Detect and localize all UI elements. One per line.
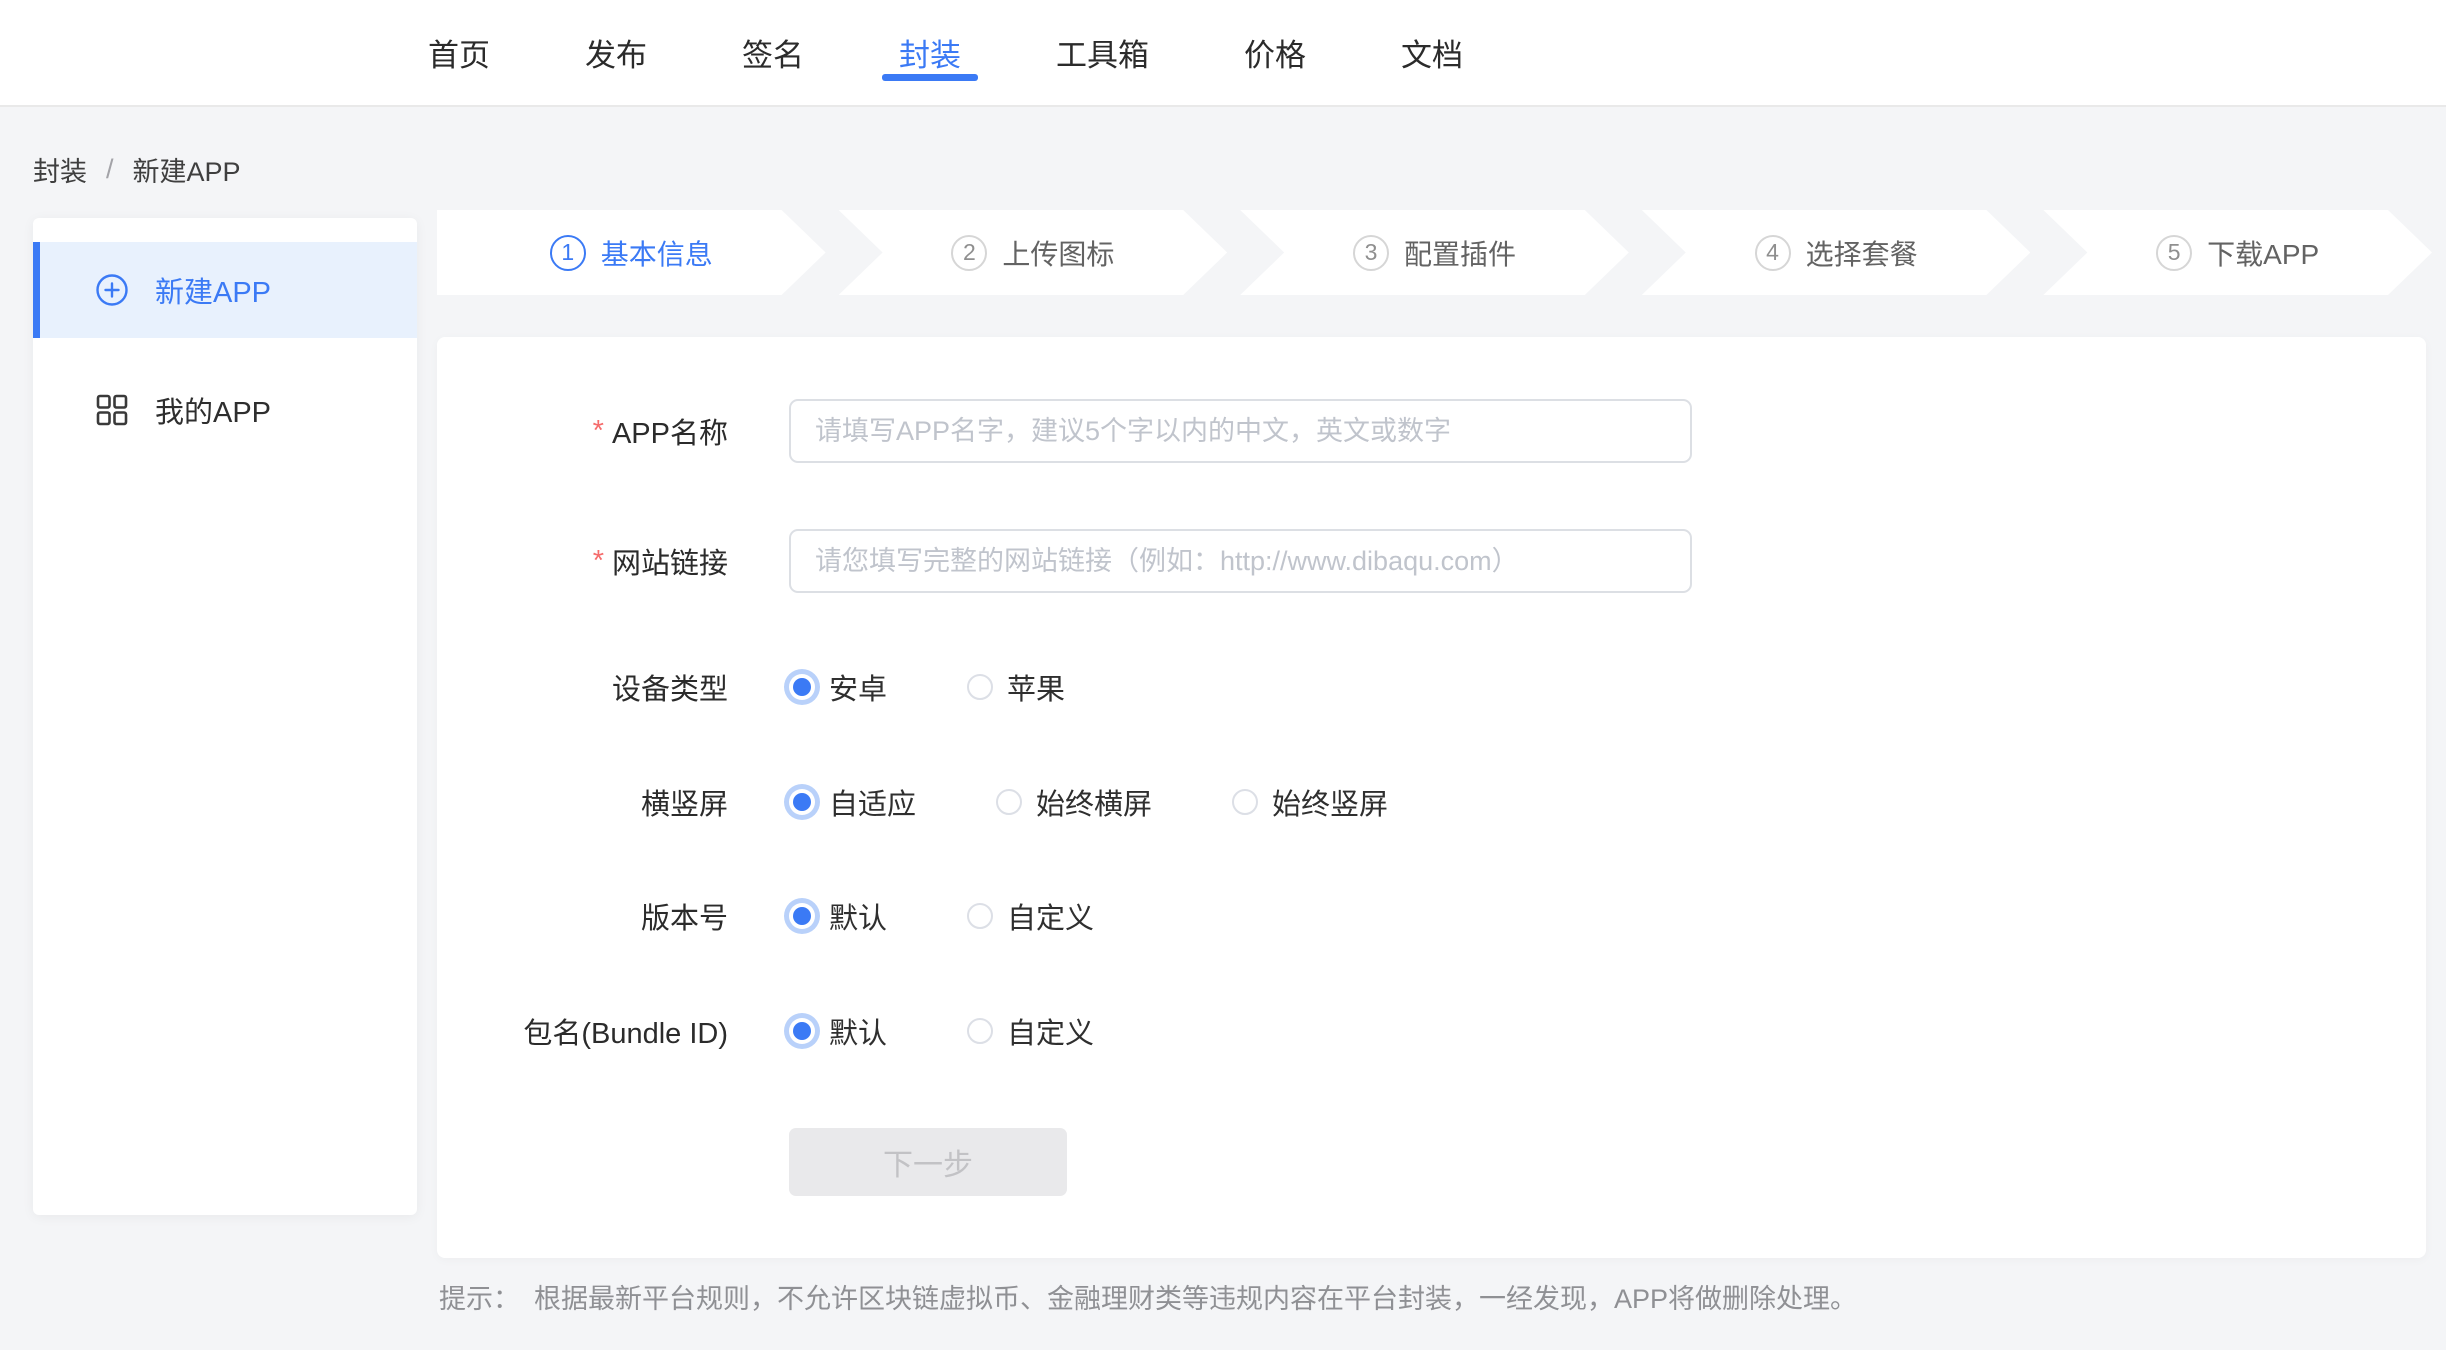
radio-unselected-icon [967,1018,993,1044]
step-number: 1 [550,235,586,271]
step-5-download-app: 5 下载APP [2043,210,2432,295]
radio-always-portrait[interactable]: 始终竖屏 [1232,781,1388,823]
radio-android-label: 安卓 [829,666,887,708]
basic-info-form: * APP名称 * 网站链接 设备类型 安卓 苹果 [437,337,2426,1258]
step-3-configure-plugins: 3 配置插件 [1240,210,1629,295]
website-url-label: 网站链接 [612,540,728,582]
nav-item-toolbox[interactable]: 工具箱 [1039,23,1166,81]
radio-always-landscape-label: 始终横屏 [1036,781,1152,823]
version-row: 版本号 默认 自定义 [437,898,2426,934]
radio-selected-icon [789,903,815,929]
step-1-basic-info: 1 基本信息 [437,210,826,295]
step-4-choose-plan: 4 选择套餐 [1642,210,2031,295]
radio-unselected-icon [996,789,1022,815]
tip-text: 根据最新平台规则，不允许区块链虚拟币、金融理财类等违规内容在平台封装，一经发现，… [534,1277,1857,1316]
nav-item-home[interactable]: 首页 [411,23,507,81]
grid-icon [95,393,129,427]
step-wizard: 1 基本信息 2 上传图标 3 配置插件 4 选择套餐 5 下载APP [437,210,2432,295]
platform-rules-tip: 提示： 根据最新平台规则，不允许区块链虚拟币、金融理财类等违规内容在平台封装，一… [439,1277,1857,1316]
website-url-input[interactable] [789,529,1692,593]
step-label: 基本信息 [601,233,713,273]
nav-item-sign[interactable]: 签名 [725,23,821,81]
radio-bundle-custom-label: 自定义 [1007,1010,1094,1052]
radio-always-landscape[interactable]: 始终横屏 [996,781,1152,823]
tip-prefix: 提示： [439,1277,520,1316]
sidebar-item-label: 新建APP [155,269,271,311]
device-type-row: 设备类型 安卓 苹果 [437,669,2426,705]
radio-bundle-custom[interactable]: 自定义 [967,1010,1094,1052]
step-label: 选择套餐 [1806,233,1918,273]
radio-unselected-icon [967,674,993,700]
plus-circle-icon [95,273,129,307]
device-type-label: 设备类型 [612,666,728,708]
radio-adaptive-label: 自适应 [829,781,916,823]
radio-adaptive[interactable]: 自适应 [789,781,916,823]
sidebar-item-label: 我的APP [155,389,271,431]
step-2-upload-icon: 2 上传图标 [839,210,1228,295]
nav-item-docs[interactable]: 文档 [1384,23,1480,81]
radio-always-portrait-label: 始终竖屏 [1272,781,1388,823]
step-label: 配置插件 [1404,233,1516,273]
step-number: 2 [951,235,987,271]
next-button[interactable]: 下一步 [789,1128,1067,1196]
radio-ios[interactable]: 苹果 [967,666,1065,708]
app-name-row: * APP名称 [437,399,2426,463]
breadcrumb: 封装 / 新建APP [33,150,241,189]
radio-ios-label: 苹果 [1007,666,1065,708]
radio-unselected-icon [1232,789,1258,815]
radio-version-custom[interactable]: 自定义 [967,895,1094,937]
radio-bundle-default[interactable]: 默认 [789,1010,887,1052]
sidebar-item-new-app[interactable]: 新建APP [33,242,417,338]
radio-version-default[interactable]: 默认 [789,895,887,937]
step-number: 5 [2156,235,2192,271]
step-label: 上传图标 [1002,233,1114,273]
radio-android[interactable]: 安卓 [789,666,887,708]
required-marker: * [593,415,604,448]
breadcrumb-separator: / [106,154,114,185]
app-name-input[interactable] [789,399,1692,463]
bundle-id-label: 包名(Bundle ID) [523,1010,728,1052]
bundle-id-row: 包名(Bundle ID) 默认 自定义 [437,1013,2426,1049]
step-number: 4 [1755,235,1791,271]
version-label: 版本号 [641,895,728,937]
app-name-label: APP名称 [612,410,728,452]
radio-unselected-icon [967,903,993,929]
radio-version-custom-label: 自定义 [1007,895,1094,937]
radio-selected-icon [789,789,815,815]
nav-item-publish[interactable]: 发布 [568,23,664,81]
radio-selected-icon [789,674,815,700]
radio-bundle-default-label: 默认 [829,1010,887,1052]
orientation-label: 横竖屏 [641,781,728,823]
nav-item-pricing[interactable]: 价格 [1227,23,1323,81]
website-url-row: * 网站链接 [437,529,2426,593]
nav-items: 首页 发布 签名 封装 工具箱 价格 文档 [0,0,2446,81]
step-label: 下载APP [2207,233,2319,273]
required-marker: * [593,545,604,578]
sidebar: 新建APP 我的APP [33,218,417,1215]
radio-selected-icon [789,1018,815,1044]
breadcrumb-current: 新建APP [133,150,241,189]
sidebar-item-my-app[interactable]: 我的APP [33,362,417,458]
breadcrumb-package[interactable]: 封装 [33,150,87,189]
orientation-row: 横竖屏 自适应 始终横屏 始终竖屏 [437,784,2426,820]
nav-item-package[interactable]: 封装 [882,23,978,81]
step-number: 3 [1353,235,1389,271]
radio-version-default-label: 默认 [829,895,887,937]
top-navigation: 首页 发布 签名 封装 工具箱 价格 文档 [0,0,2446,107]
